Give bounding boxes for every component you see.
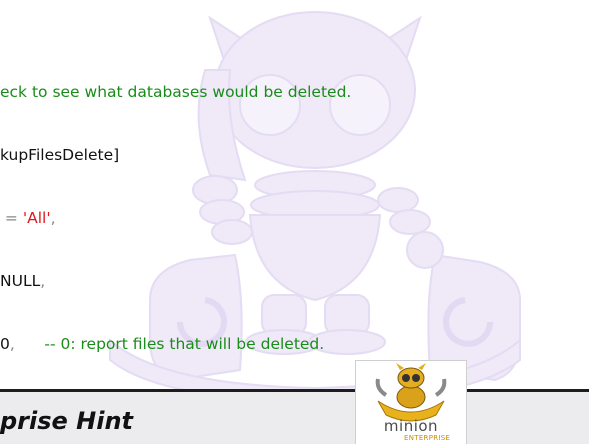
minion-enterprise-logo: minion ENTERPRISE [355,360,467,444]
logo-wordmark: minion [383,417,439,435]
code-token: , [40,272,46,290]
code-token: , [9,335,45,353]
code-token: 0 [0,335,10,353]
code-token: kupFilesDelete] [0,146,120,164]
code-token: eck to see what databases would be delet… [0,83,352,101]
code-token: , [50,209,56,227]
code-line: eck to see what databases would be delet… [0,82,413,103]
code-line: 0, -- 0: report files that will be delet… [0,334,413,355]
hint-title: prise Hint [0,407,134,435]
code-line: kupFilesDelete] [0,145,413,166]
code-line: = 'All', [0,208,413,229]
logo-subtitle: ENTERPRISE [404,434,451,442]
code-token: = [0,209,23,227]
code-token: -- 0: report files that will be deleted. [44,335,325,353]
code-token: NULL [0,272,41,290]
code-token: 'All' [22,209,51,227]
sql-code-block: eck to see what databases would be delet… [0,40,413,444]
page: eck to see what databases would be delet… [0,0,589,444]
code-line: NULL, [0,271,413,292]
